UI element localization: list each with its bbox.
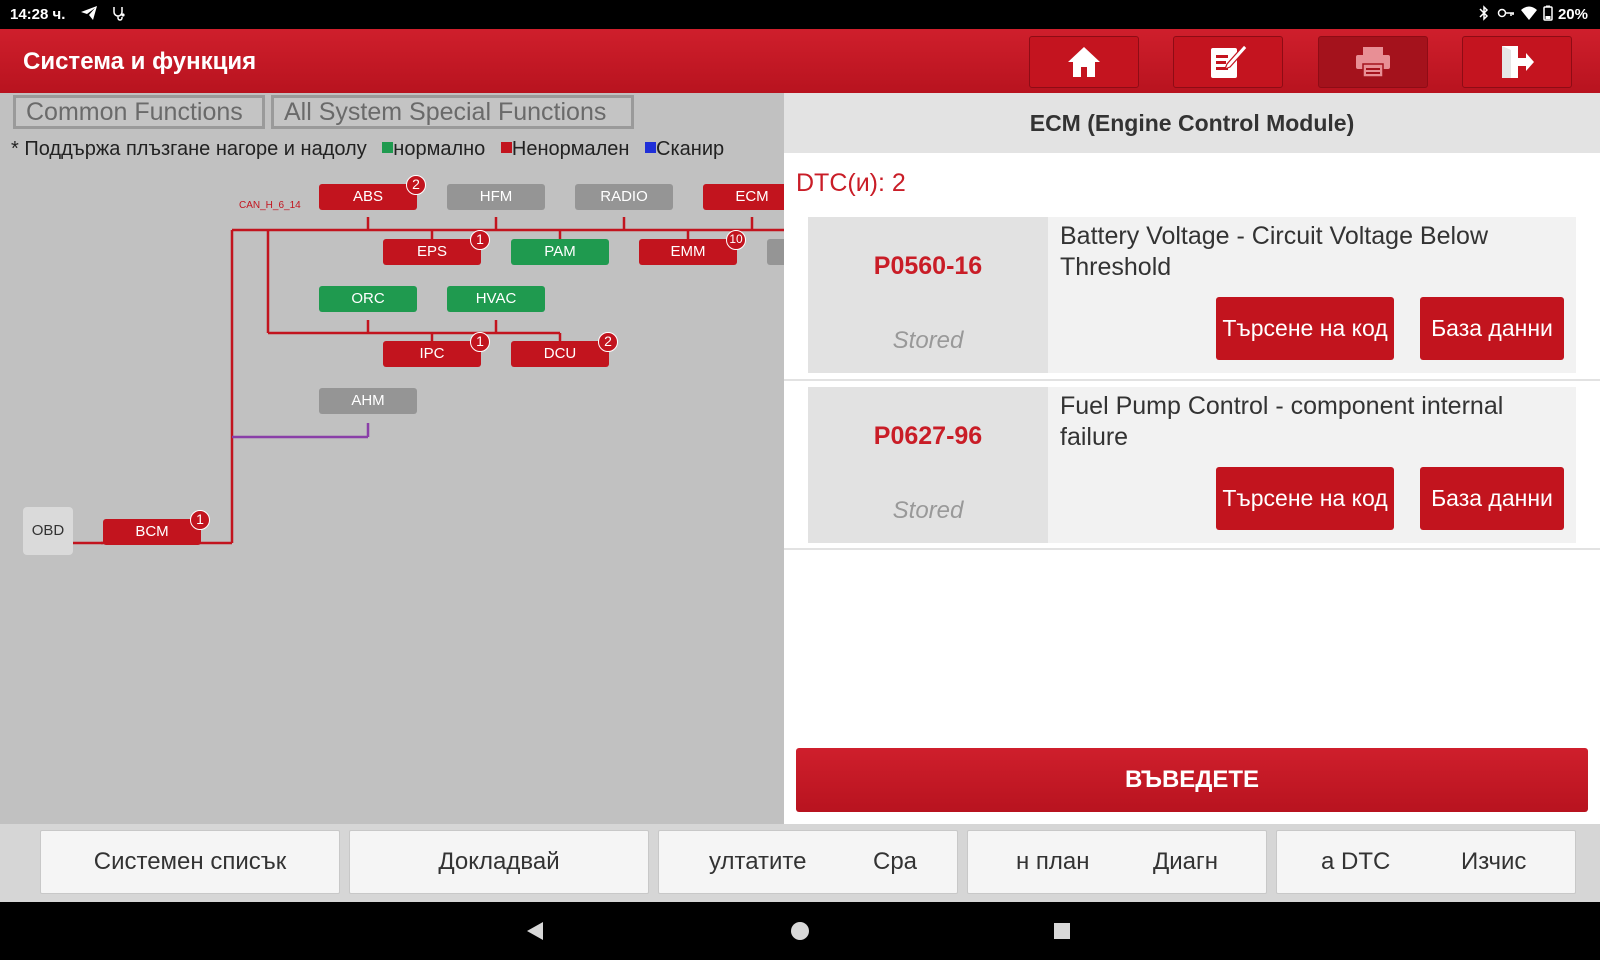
system-list-label: Системен списък	[93, 848, 287, 875]
back-icon[interactable]	[525, 920, 545, 942]
dtc-code: P0560-16	[873, 252, 983, 280]
search-code-button[interactable]: Търсене на код	[1216, 467, 1394, 530]
dtc-status: Stored	[892, 327, 964, 354]
system-list-button[interactable]: Системен списък	[40, 830, 340, 894]
compare-label-b: Сра	[873, 848, 918, 875]
node-hvac[interactable]: HVAC	[447, 286, 545, 312]
node-partial[interactable]	[767, 239, 784, 265]
node-eps-badge: 1	[470, 230, 490, 250]
diag-label-b: Диагн	[1153, 848, 1219, 875]
report-button[interactable]: Докладвай	[349, 830, 649, 894]
node-emm-badge: 10	[726, 230, 746, 250]
home-icon	[1068, 47, 1100, 77]
dtc-panel: ECM (Engine Control Module) DTC(и): 2 P0…	[784, 93, 1600, 824]
node-hfm[interactable]: HFM	[447, 184, 545, 210]
bottom-toolbar: Системен списък Докладвай ултатите Сра н…	[0, 824, 1600, 902]
bluetooth-icon	[1479, 5, 1489, 25]
battery-icon	[1543, 5, 1553, 25]
module-title: ECM (Engine Control Module)	[784, 93, 1600, 153]
wifi-icon	[1520, 5, 1538, 25]
clear-dtc-button[interactable]: а DTC Изчис	[1276, 830, 1576, 894]
exit-icon	[1502, 46, 1534, 78]
node-dcu[interactable]: DCU	[511, 341, 609, 367]
dtc-item: P0560-16 Stored Battery Voltage - Circui…	[808, 217, 1576, 373]
node-radio[interactable]: RADIO	[575, 184, 673, 210]
clear-label-b: Изчис	[1461, 848, 1527, 875]
node-ipc[interactable]: IPC	[383, 341, 481, 367]
stethoscope-icon	[111, 5, 127, 25]
node-abs-badge: 2	[406, 175, 426, 195]
key-icon	[1497, 5, 1515, 25]
database-button[interactable]: База данни	[1420, 297, 1564, 360]
recents-icon[interactable]	[1052, 920, 1072, 942]
print-button[interactable]	[1318, 36, 1428, 88]
node-bcm-badge: 1	[190, 510, 210, 530]
telegram-icon	[80, 5, 98, 25]
node-ecm[interactable]: ECM	[703, 184, 784, 210]
node-orc[interactable]: ORC	[319, 286, 417, 312]
dtc-item: P0627-96 Stored Fuel Pump Control - comp…	[808, 387, 1576, 543]
dtc-description: Battery Voltage - Circuit Voltage Below …	[1060, 222, 1489, 281]
system-nav-bar	[0, 902, 1600, 960]
topology-panel[interactable]: Common Functions All System Special Func…	[0, 93, 784, 824]
dtc-code-box: P0627-96 Stored	[808, 387, 1048, 543]
divider	[784, 379, 1600, 381]
battery-level: 20%	[1557, 6, 1588, 23]
node-bcm[interactable]: BCM	[103, 519, 201, 545]
status-time: 14:28 ч.	[10, 6, 66, 23]
clear-label-a: а DTC	[1321, 848, 1391, 875]
page-title: Система и функция	[23, 48, 257, 75]
node-eps[interactable]: EPS	[383, 239, 481, 265]
exit-button[interactable]	[1462, 36, 1572, 88]
node-ipc-badge: 1	[470, 332, 490, 352]
dtc-code: P0627-96	[873, 422, 983, 450]
compare-label-a: ултатите	[709, 848, 807, 875]
home-nav-icon[interactable]	[790, 920, 810, 942]
divider	[784, 548, 1600, 550]
enter-button[interactable]: ВЪВЕДЕТЕ	[796, 748, 1588, 812]
dtc-description: Fuel Pump Control - component internal f…	[1060, 392, 1504, 451]
compare-results-button[interactable]: ултатите Сра	[658, 830, 958, 894]
status-bar: 14:28 ч. 20%	[0, 0, 1600, 29]
node-emm[interactable]: EMM	[639, 239, 737, 265]
dtc-status: Stored	[892, 497, 964, 524]
edit-icon	[1211, 44, 1248, 78]
dtc-count: DTC(и): 2	[796, 169, 906, 197]
search-code-button[interactable]: Търсене на код	[1216, 297, 1394, 360]
dtc-code-box: P0560-16 Stored	[808, 217, 1048, 373]
database-button[interactable]: База данни	[1420, 467, 1564, 530]
node-abs[interactable]: ABS	[319, 184, 417, 210]
app-header: Система и функция	[0, 29, 1600, 93]
node-dcu-badge: 2	[598, 332, 618, 352]
diag-label-a: н план	[1016, 848, 1090, 875]
can-bus-label: CAN_H_6_14	[239, 200, 301, 211]
diagnostic-plan-button[interactable]: н план Диагн	[967, 830, 1267, 894]
report-label: Докладвай	[438, 848, 560, 875]
printer-icon	[1356, 47, 1390, 78]
edit-button[interactable]	[1173, 36, 1283, 88]
node-pam[interactable]: PAM	[511, 239, 609, 265]
node-ahm[interactable]: AHM	[319, 388, 417, 414]
home-button[interactable]	[1029, 36, 1139, 88]
node-obd[interactable]: OBD	[23, 507, 73, 555]
